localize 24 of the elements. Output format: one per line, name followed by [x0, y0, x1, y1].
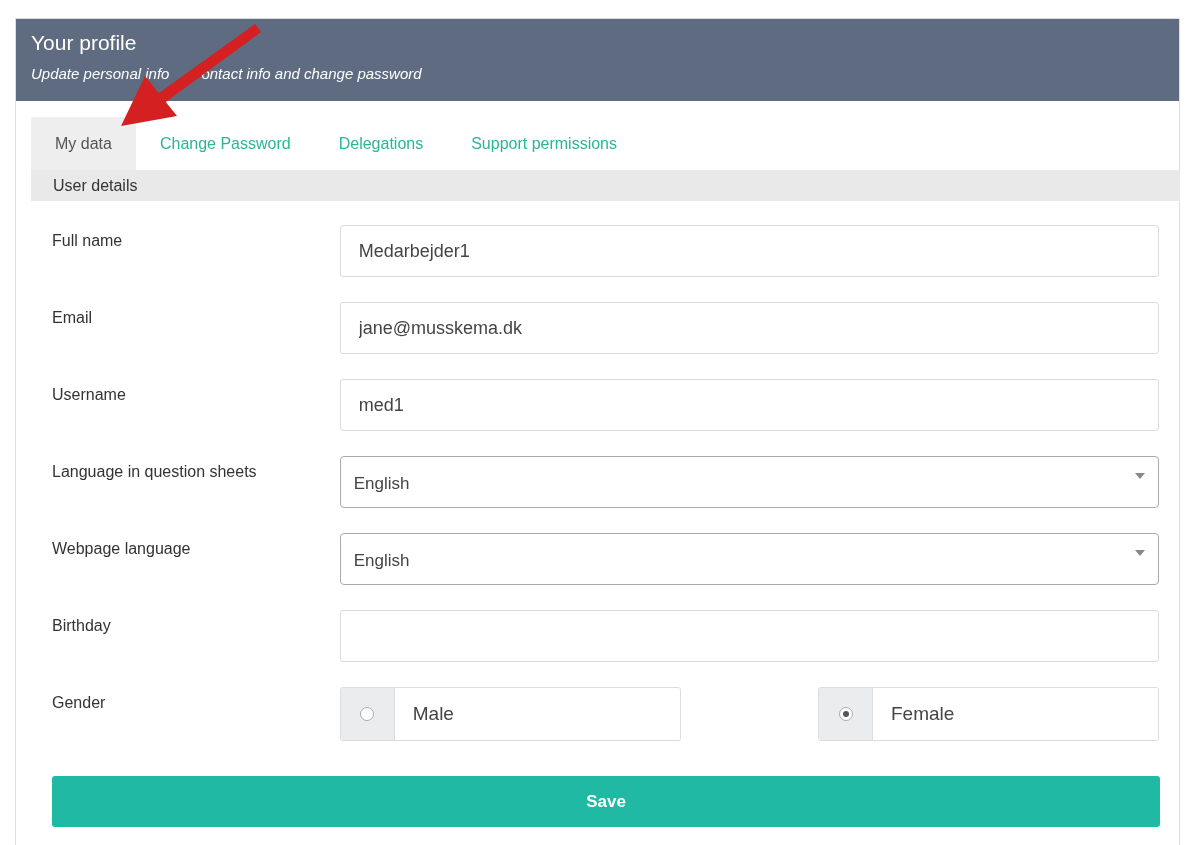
input-field[interactable]: jane@musskema.dk	[339, 302, 1159, 354]
radio-button[interactable]	[360, 707, 375, 721]
field-label: Gender	[52, 693, 107, 713]
dropdown[interactable]: English	[339, 456, 1159, 508]
radio-button[interactable]	[838, 707, 853, 721]
field-label: Full name	[52, 231, 124, 251]
field-label: Birthday	[52, 616, 112, 636]
page-title: Your profile	[31, 31, 138, 55]
radio-label: Male	[412, 701, 454, 726]
page-subtitle: Update personal info	[31, 65, 170, 83]
page-subtitle: ontact info and change password	[201, 65, 422, 83]
radio-label: Female	[891, 701, 955, 726]
field-label: Email	[52, 308, 93, 328]
tab[interactable]: My data	[31, 117, 136, 170]
field-label: Username	[52, 385, 127, 405]
dropdown[interactable]: English	[339, 533, 1159, 585]
field-label: Webpage language	[52, 539, 192, 559]
section-title: User details	[53, 175, 138, 196]
caret-icon	[1135, 473, 1145, 479]
input-field[interactable]: Medarbejder1	[339, 225, 1159, 277]
input-field[interactable]: med1	[339, 379, 1159, 431]
caret-icon	[1135, 550, 1145, 556]
field-label: Language in question sheets	[52, 462, 258, 482]
input-field[interactable]	[339, 610, 1159, 662]
